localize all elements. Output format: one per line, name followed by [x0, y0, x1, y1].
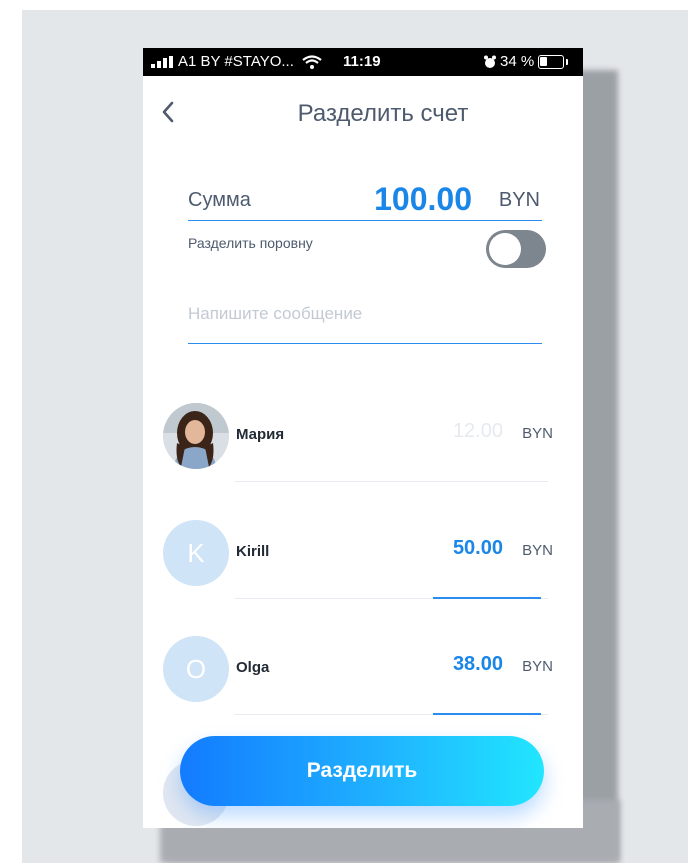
amount-underline — [433, 713, 541, 715]
carrier-text: A1 BY #STAYO... — [178, 53, 294, 70]
amount-field[interactable]: Сумма 100.00 BYN — [188, 181, 542, 221]
alarm-icon — [484, 55, 496, 69]
participant-divider — [235, 481, 548, 482]
split-button[interactable]: Разделить — [180, 736, 544, 806]
amount-label: Сумма — [188, 189, 251, 211]
phone-screen: A1 BY #STAYO... 11:19 34 % Разделить сче… — [143, 48, 583, 828]
battery-percent: 34 % — [500, 53, 535, 70]
amount-value[interactable]: 100.00 — [374, 181, 472, 218]
split-equally-toggle[interactable] — [486, 230, 546, 268]
battery-icon — [538, 55, 564, 69]
battery-info: 34 % — [483, 53, 534, 70]
participant-currency: BYN — [522, 658, 553, 675]
signal-icon — [151, 56, 173, 69]
toggle-knob — [489, 233, 521, 265]
participant-amount-input[interactable]: 12.00 — [453, 420, 503, 443]
participant-row: K Kirill 50.00 BYN — [143, 520, 583, 610]
header: Разделить счет — [143, 88, 583, 138]
page-title: Разделить счет — [297, 100, 469, 127]
participant-currency: BYN — [522, 542, 553, 559]
status-bar: A1 BY #STAYO... 11:19 34 % — [143, 48, 583, 76]
participant-row: O Olga 38.00 BYN — [143, 636, 583, 726]
participant-row: Мария 12.00 BYN — [143, 403, 583, 493]
participant-name: Kirill — [236, 543, 270, 560]
battery-level — [540, 57, 547, 66]
split-equally-label: Разделить поровну — [188, 235, 313, 251]
amount-currency: BYN — [498, 189, 540, 211]
avatar: K — [163, 520, 229, 586]
status-time: 11:19 — [343, 53, 381, 70]
participant-name: Olga — [236, 659, 270, 676]
carrier-info: A1 BY #STAYO... — [151, 53, 322, 70]
message-input[interactable] — [188, 296, 542, 324]
avatar: O — [163, 636, 229, 702]
participant-amount-input[interactable]: 38.00 — [453, 653, 503, 676]
participant-currency: BYN — [522, 425, 553, 442]
message-field[interactable] — [188, 296, 542, 344]
participant-name: Мария — [236, 426, 285, 443]
wifi-icon — [302, 55, 322, 70]
battery-tip — [566, 59, 568, 65]
profile-photo-icon — [163, 403, 229, 469]
amount-underline — [433, 597, 541, 599]
avatar — [163, 403, 229, 469]
participant-amount-input[interactable]: 50.00 — [453, 537, 503, 560]
